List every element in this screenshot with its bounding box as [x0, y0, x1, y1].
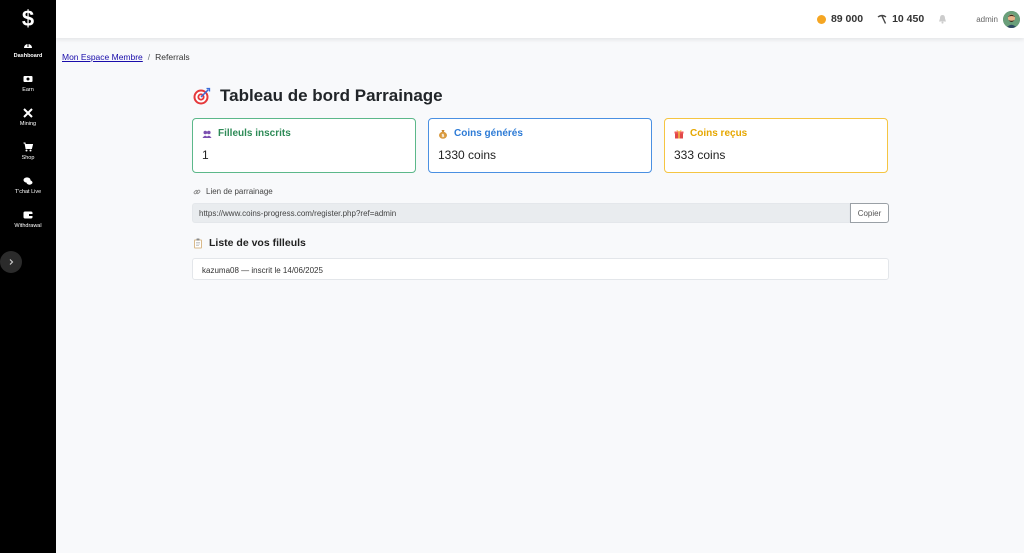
referrals-list-title: Liste de vos filleuls	[193, 237, 306, 249]
avatar[interactable]	[1003, 10, 1020, 28]
page-title: Tableau de bord Parrainage	[193, 86, 443, 106]
svg-text:$: $	[441, 133, 444, 139]
stat-card-referrals: Filleuls inscrits 1	[192, 118, 416, 173]
pickaxe-icon	[877, 14, 887, 24]
sidebar-item-label: Earn	[22, 87, 34, 93]
tools-icon	[23, 108, 33, 118]
referral-link-label-text: Lien de parrainage	[206, 187, 273, 196]
chat-icon	[23, 177, 33, 185]
coin-balance: 89 000	[816, 13, 864, 25]
app-logo[interactable]: $	[0, 0, 56, 38]
avatar-image	[1003, 10, 1020, 28]
gift-icon	[674, 129, 684, 138]
stat-card-coins-generated: $ Coins générés 1330 coins	[428, 118, 652, 173]
breadcrumb-current: Referrals	[155, 52, 190, 62]
top-bar: 89 000 10 450 admin	[56, 0, 1024, 38]
referrals-list: kazuma08 — inscrit le 14/06/2025	[192, 258, 889, 280]
wallet-icon	[23, 211, 33, 219]
dashboard-icon	[24, 44, 32, 48]
target-icon	[193, 87, 211, 105]
cart-icon	[23, 142, 33, 152]
money-bag-icon: $	[439, 129, 447, 139]
money-icon	[23, 76, 33, 82]
sidebar-item-label: Dashboard	[13, 53, 43, 59]
coin-icon	[816, 14, 826, 24]
sidebar-item-label: Shop	[21, 155, 35, 161]
stat-card-title: Filleuls inscrits	[202, 128, 406, 139]
mining-power: 10 450	[877, 13, 924, 25]
breadcrumb-link-member-space[interactable]: Mon Espace Membre	[62, 52, 143, 62]
sidebar: $ Dashboard Earn Mining Shop T'chat Live…	[0, 0, 56, 553]
referral-link-input[interactable]: https://www.coins-progress.com/register.…	[192, 203, 850, 223]
stat-card-title-text: Filleuls inscrits	[218, 128, 291, 139]
referral-link-group: https://www.coins-progress.com/register.…	[192, 203, 889, 223]
referrals-list-title-text: Liste de vos filleuls	[209, 237, 306, 249]
sidebar-item-shop[interactable]: Shop	[0, 140, 56, 174]
chevron-right-icon	[9, 259, 14, 265]
breadcrumb: Mon Espace Membre / Referrals	[62, 52, 190, 62]
referral-link-label: Lien de parrainage	[193, 187, 273, 196]
stat-card-title: Coins reçus	[674, 128, 878, 139]
stat-card-value: 1330 coins	[438, 148, 497, 162]
username[interactable]: admin	[976, 15, 998, 24]
sidebar-item-label: Mining	[19, 121, 37, 127]
bell-icon[interactable]	[938, 14, 947, 24]
breadcrumb-separator: /	[147, 52, 151, 62]
stat-card-title: $ Coins générés	[438, 128, 642, 139]
mining-power-value: 10 450	[892, 13, 925, 25]
sidebar-item-mining[interactable]: Mining	[0, 106, 56, 140]
users-icon	[202, 130, 212, 138]
sidebar-item-label: Withdrawal	[14, 223, 42, 229]
sidebar-expand-button[interactable]	[0, 251, 22, 273]
list-item: kazuma08 — inscrit le 14/06/2025	[202, 265, 323, 275]
sidebar-item-label: T'chat Live	[14, 189, 42, 195]
stat-card-coins-received: Coins reçus 333 coins	[664, 118, 888, 173]
page-title-text: Tableau de bord Parrainage	[220, 86, 443, 105]
stat-card-value: 1	[202, 148, 209, 162]
copy-button[interactable]: Copier	[850, 203, 889, 223]
coin-balance-value: 89 000	[830, 13, 864, 25]
sidebar-item-tchat-live[interactable]: T'chat Live	[0, 174, 56, 208]
clipboard-icon	[194, 238, 202, 248]
sidebar-item-earn[interactable]: Earn	[0, 72, 56, 106]
stat-card-title-text: Coins reçus	[690, 128, 748, 139]
stat-card-title-text: Coins générés	[454, 128, 523, 139]
link-icon	[193, 189, 201, 194]
sidebar-item-withdrawal[interactable]: Withdrawal	[0, 208, 56, 242]
sidebar-item-dashboard[interactable]: Dashboard	[0, 38, 56, 72]
stat-card-value: 333 coins	[674, 148, 726, 162]
